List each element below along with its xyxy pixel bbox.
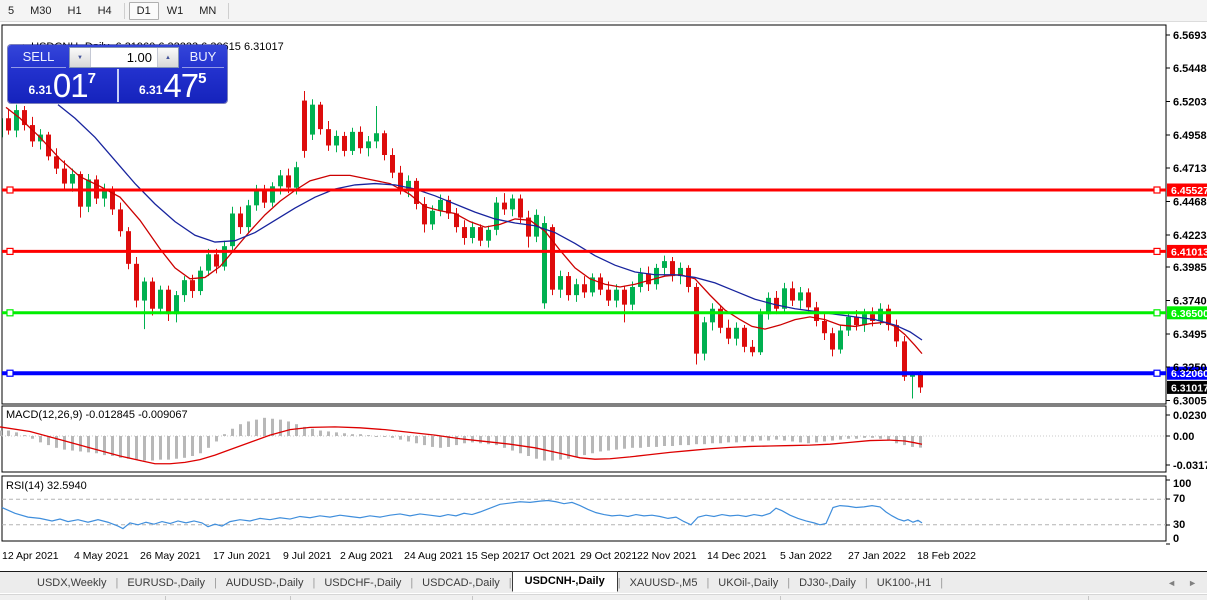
svg-text:27 Jan 2022: 27 Jan 2022	[848, 550, 906, 562]
macd-indicator-label: MACD(12,26,9) -0.012845 -0.009067	[6, 409, 188, 421]
svg-text:15 Sep 2021: 15 Sep 2021	[466, 550, 526, 562]
svg-text:6.56930: 6.56930	[1173, 30, 1207, 42]
svg-text:6.34950: 6.34950	[1173, 329, 1207, 341]
svg-text:24 Aug 2021: 24 Aug 2021	[404, 550, 463, 562]
svg-text:6.47130: 6.47130	[1173, 163, 1207, 175]
sell-price-display[interactable]: 6.31 01 7	[8, 66, 119, 104]
trading-terminal-window: 5 M30 H1 H4 D1 W1 MN 6.45527 6.41013 6.36500 6.32…	[0, 0, 1207, 600]
svg-text:6.54480: 6.54480	[1173, 63, 1207, 75]
svg-text:70: 70	[1173, 493, 1185, 505]
svg-text:6.36500: 6.36500	[1171, 308, 1207, 320]
svg-text:6.49580: 6.49580	[1173, 130, 1207, 142]
svg-text:6.30050: 6.30050	[1173, 396, 1207, 408]
sell-price-sup: 7	[87, 70, 96, 87]
svg-text:30: 30	[1173, 519, 1185, 531]
svg-text:6.37400: 6.37400	[1173, 296, 1207, 308]
buy-price-prefix: 6.31	[139, 83, 163, 97]
svg-text:5 Jan 2022: 5 Jan 2022	[780, 550, 832, 562]
svg-text:0.023089: 0.023089	[1173, 410, 1207, 422]
sell-price-prefix: 6.31	[28, 83, 52, 97]
svg-text:17 Jun 2021: 17 Jun 2021	[213, 550, 271, 562]
svg-text:26 May 2021: 26 May 2021	[140, 550, 201, 562]
svg-text:29 Oct 2021: 29 Oct 2021	[580, 550, 637, 562]
svg-text:22 Nov 2021: 22 Nov 2021	[637, 550, 697, 562]
svg-text:9 Jul 2021: 9 Jul 2021	[283, 550, 332, 562]
svg-text:0: 0	[1173, 533, 1179, 545]
buy-price-big: 47	[163, 66, 199, 104]
svg-text:100: 100	[1173, 478, 1191, 490]
svg-text:2 Aug 2021: 2 Aug 2021	[340, 550, 393, 562]
sell-button[interactable]: SELL	[11, 47, 66, 68]
svg-text:6.31017: 6.31017	[1171, 382, 1207, 394]
one-click-trading-panel: SELL ▼ 1.00 ▲ BUY 6.31 01 7 6.31 47 5	[8, 45, 227, 103]
svg-text:-0.031731: -0.031731	[1173, 460, 1207, 472]
volume-spinner: ▼ 1.00 ▲	[69, 47, 179, 68]
svg-text:6.41013: 6.41013	[1171, 246, 1207, 258]
svg-text:18 Feb 2022: 18 Feb 2022	[917, 550, 976, 562]
svg-text:0.00: 0.00	[1173, 431, 1194, 443]
sell-price-big: 01	[52, 66, 89, 104]
svg-text:6.52030: 6.52030	[1173, 97, 1207, 109]
buy-button[interactable]: BUY	[182, 47, 224, 68]
svg-text:7 Oct 2021: 7 Oct 2021	[524, 550, 576, 562]
buy-price-sup: 5	[198, 70, 207, 87]
svg-text:6.32500: 6.32500	[1173, 362, 1207, 374]
svg-text:6.45527: 6.45527	[1171, 185, 1207, 197]
volume-decrease-button[interactable]: ▼	[70, 48, 91, 67]
rsi-indicator-label: RSI(14) 32.5940	[6, 480, 87, 492]
svg-text:6.42230: 6.42230	[1173, 230, 1207, 242]
volume-input[interactable]: 1.00	[91, 48, 157, 67]
buy-price-display[interactable]: 6.31 47 5	[119, 66, 228, 104]
svg-text:12 Apr 2021: 12 Apr 2021	[2, 550, 59, 562]
svg-text:14 Dec 2021: 14 Dec 2021	[707, 550, 767, 562]
svg-text:6.39850: 6.39850	[1173, 262, 1207, 274]
volume-increase-button[interactable]: ▲	[157, 48, 178, 67]
svg-text:4 May 2021: 4 May 2021	[74, 550, 129, 562]
svg-text:6.44680: 6.44680	[1173, 197, 1207, 209]
